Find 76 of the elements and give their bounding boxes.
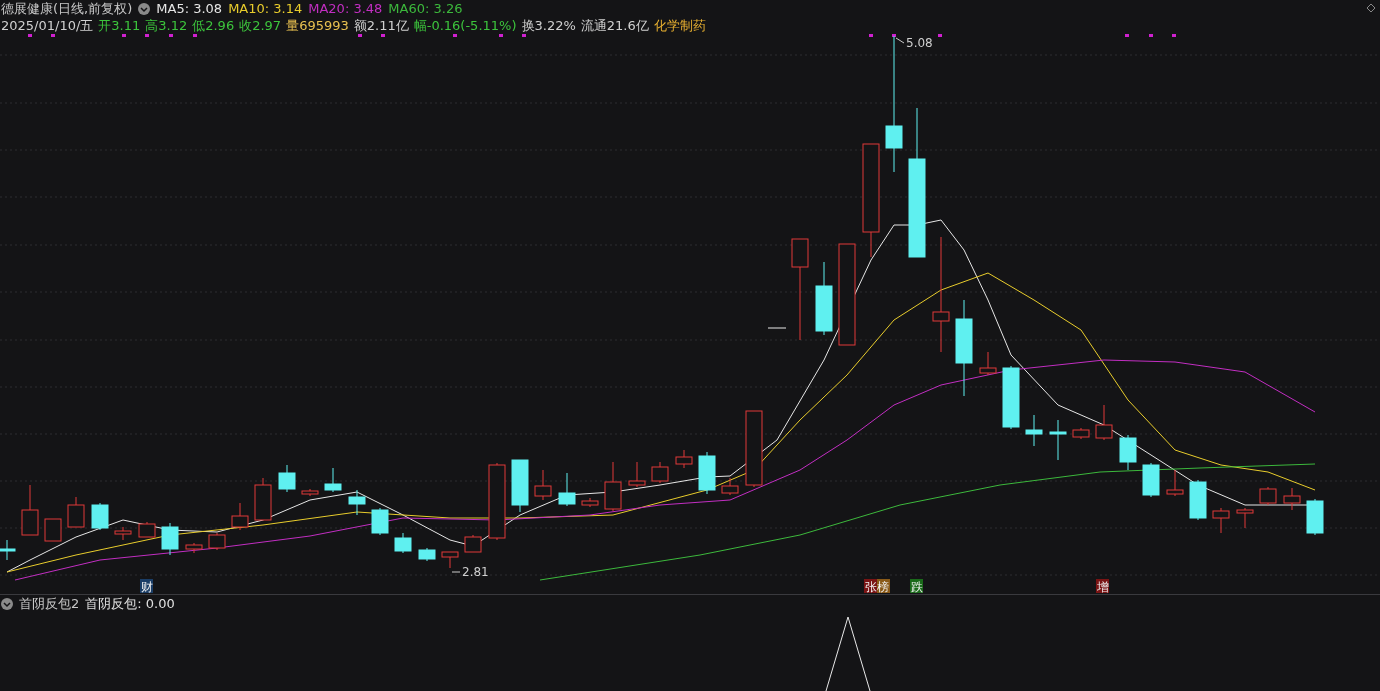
candlestick: [767, 327, 787, 329]
quote-value: 幅-0.16(-5.11%): [413, 16, 517, 35]
candlestick: [185, 542, 203, 554]
diamond-icon[interactable]: [1366, 3, 1376, 13]
event-tag: 张榜: [864, 579, 890, 594]
quote-value: 开3.11: [98, 16, 141, 35]
candlestick: [254, 477, 272, 521]
candlestick: [348, 489, 366, 516]
candlestick: [67, 496, 85, 528]
candlestick: [1095, 404, 1113, 441]
price-label: 5.08: [906, 36, 933, 50]
indicator-value: 首阴反包: 0.00: [85, 594, 175, 613]
quote-value: 量695993: [286, 16, 349, 35]
event-tag: 增: [1096, 579, 1109, 594]
candlestick: [721, 477, 739, 496]
event-tag: 财: [140, 579, 153, 594]
candlestick: [651, 461, 669, 484]
chart-title: 德展健康(日线,前复权): [1, 0, 133, 18]
candlestick: [208, 532, 226, 551]
candlestick: [231, 502, 249, 531]
quote-value: 高3.12: [145, 16, 188, 35]
quote-value: 换3.22%: [521, 16, 576, 35]
candlestick: [581, 497, 599, 508]
candlestick: [979, 351, 997, 376]
candlestick: [604, 461, 622, 512]
chevron-down-icon[interactable]: [1, 597, 13, 610]
candlestick: [1142, 462, 1160, 498]
quote-value: 化学制药: [653, 16, 706, 35]
candlestick: [138, 521, 156, 538]
leader-line: [451, 571, 461, 573]
candlestick: [1189, 479, 1207, 521]
candlestick: [441, 551, 459, 569]
candlestick: [1212, 507, 1230, 534]
moving-average-label: MA10: 3.14: [228, 1, 303, 16]
candlestick: [558, 472, 576, 507]
candlestick: [628, 461, 646, 488]
quote-value: 收2.97: [239, 16, 282, 35]
candlestick: [1283, 487, 1301, 511]
quote-value: 2025/01/10/五: [1, 16, 94, 35]
candlestick: [44, 518, 62, 542]
quote-value: 额2.11亿: [353, 16, 409, 35]
candlestick: [394, 532, 412, 554]
moving-average-label: MA5: 3.08: [156, 1, 223, 16]
candlestick: [464, 534, 482, 553]
candlestick: [698, 451, 716, 495]
candlestick: [1236, 507, 1254, 529]
leader-line: [895, 37, 905, 44]
chevron-down-icon[interactable]: [138, 2, 151, 15]
candlestick: [1072, 427, 1090, 440]
price-label: 2.81: [462, 565, 489, 579]
quote-value: 流通21.6亿: [580, 16, 649, 35]
candlestick: [161, 522, 179, 556]
candlestick: [534, 469, 552, 501]
candlestick: [1002, 365, 1020, 430]
candlestick: [278, 464, 296, 493]
indicator-name: 首阴反包2: [19, 594, 80, 613]
candlestick: [418, 547, 436, 562]
candlestick: [511, 459, 529, 513]
candlestick: [1049, 419, 1067, 461]
candlestick: [21, 484, 39, 536]
event-tag: 跌: [910, 579, 923, 594]
candlestick: [301, 488, 319, 497]
moving-average-label: MA20: 3.48: [308, 1, 383, 16]
candlestick: [675, 449, 693, 469]
candlestick: [1119, 434, 1137, 471]
candlestick: [371, 507, 389, 536]
candlestick: [1306, 498, 1324, 536]
candlestick: [114, 526, 132, 541]
moving-average-label: MA60: 3.26: [388, 1, 463, 16]
candlestick: [324, 467, 342, 493]
candlestick: [1025, 414, 1043, 447]
candlestick: [0, 539, 16, 561]
candlestick: [1259, 486, 1277, 506]
candlestick: [91, 502, 109, 531]
candlestick: [1166, 469, 1184, 497]
quote-value: 低2.96: [192, 16, 235, 35]
